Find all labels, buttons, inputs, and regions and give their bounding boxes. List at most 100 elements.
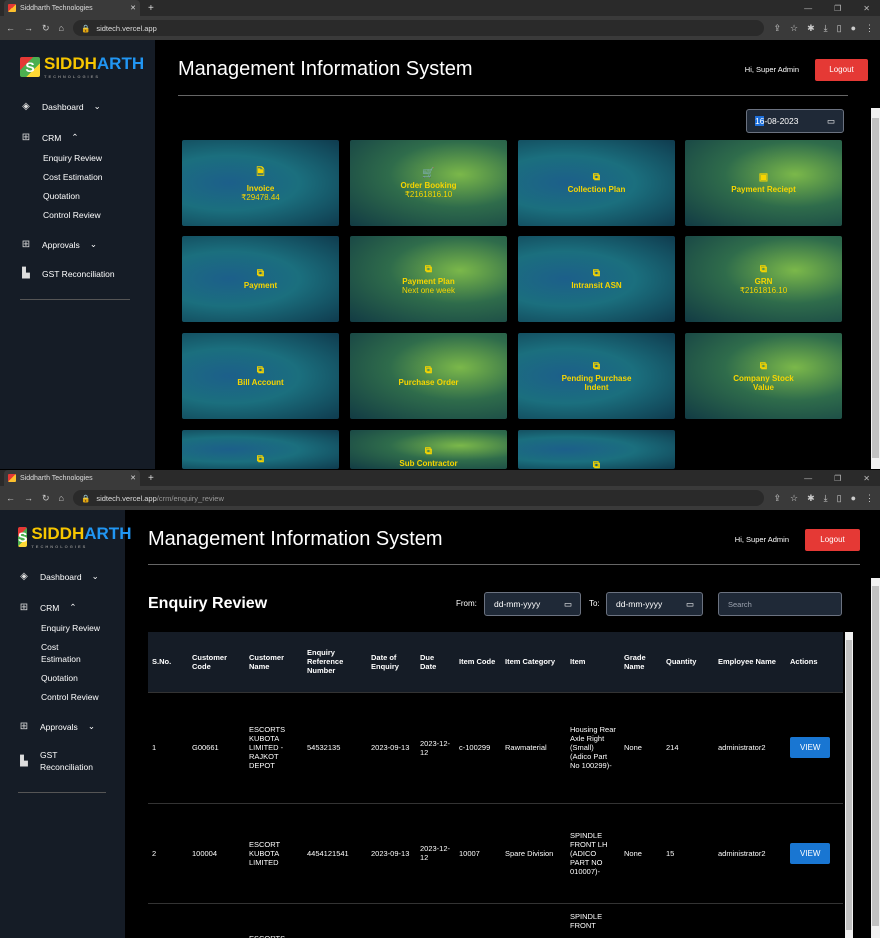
card-grn[interactable]: ⧉ GRN ₹2161816.10 <box>685 236 842 322</box>
card-intransit-asn[interactable]: ⧉ Intransit ASN <box>518 236 675 322</box>
nav-approvals[interactable]: ⊞ Approvals ⌄ <box>18 721 125 732</box>
reload-icon[interactable]: ↻ <box>42 23 50 34</box>
table-row: 2 100004 ESCORT KUBOTA LIMITED 445412154… <box>148 802 843 903</box>
browser-tab[interactable]: Siddharth Technologies ✕ <box>4 470 140 486</box>
back-icon[interactable]: ← <box>6 23 15 33</box>
new-tab-icon[interactable]: + <box>148 3 154 14</box>
card-payment[interactable]: ⧉ Payment <box>182 236 339 322</box>
maximize-icon[interactable]: ❐ <box>834 4 841 13</box>
download-icon[interactable]: ⤓ <box>824 23 828 34</box>
cell-item-category: Spare Division <box>501 802 566 903</box>
card-value: ₹2161816.10 <box>404 189 453 199</box>
share-icon[interactable]: ⇪ <box>773 23 781 34</box>
card-invoice[interactable]: 🗎 Invoice ₹29478.44 <box>182 140 339 226</box>
close-window-icon[interactable]: ✕ <box>863 474 870 483</box>
profile-icon[interactable]: ● <box>851 493 856 504</box>
calendar-icon[interactable]: ▭ <box>827 116 835 127</box>
star-icon[interactable]: ☆ <box>790 493 798 504</box>
sidebar-item-quotation[interactable]: Quotation <box>43 191 155 201</box>
extensions-icon[interactable]: ✱ <box>807 493 815 504</box>
sidebar-item-quotation[interactable]: Quotation <box>41 673 125 683</box>
nav-approvals[interactable]: ⊞ Approvals ⌄ <box>20 239 155 250</box>
minimize-icon[interactable]: — <box>804 474 812 483</box>
profile-icon[interactable]: ● <box>851 23 856 34</box>
sidebar-item-control-review[interactable]: Control Review <box>41 692 125 702</box>
nav-dashboard-label: Dashboard <box>40 571 82 582</box>
stack-icon: ⧉ <box>592 268 601 279</box>
calendar-icon[interactable]: ▭ <box>686 599 694 610</box>
nav-gst[interactable]: ▙ GST Reconciliation <box>18 750 125 772</box>
nav-dashboard[interactable]: ◈ Dashboard ⌄ <box>18 571 125 582</box>
date-input[interactable]: 16 -08-2023 ▭ <box>746 109 844 133</box>
page-scrollbar[interactable] <box>871 578 880 938</box>
nav-gst[interactable]: ▙ GST Reconciliation <box>20 268 155 279</box>
new-tab-icon[interactable]: + <box>148 473 154 484</box>
minimize-icon[interactable]: — <box>804 4 812 13</box>
table-scrollbar-thumb[interactable] <box>846 640 852 930</box>
card-pending-purchase-indent[interactable]: ⧉ Pending Purchase Indent <box>518 333 675 419</box>
card-company-stock-value[interactable]: ⧉ Company Stock Value <box>685 333 842 419</box>
calendar-icon[interactable]: ▭ <box>564 599 572 610</box>
menu-icon[interactable]: ⋮ <box>865 23 874 34</box>
sidebar-item-cost-estimation[interactable]: Cost Estimation <box>43 172 155 182</box>
from-date-input[interactable]: dd-mm-yyyy ▭ <box>484 592 581 616</box>
sidebar-item-enquiry-review[interactable]: Enquiry Review <box>43 153 155 163</box>
card-label: Bill Account <box>237 378 284 387</box>
extensions-icon[interactable]: ✱ <box>807 23 815 34</box>
sidebar-item-control-review[interactable]: Control Review <box>43 210 155 220</box>
card-bill-account[interactable]: ⧉ Bill Account <box>182 333 339 419</box>
close-window-icon[interactable]: ✕ <box>863 4 870 13</box>
tab-bar: Siddharth Technologies ✕ + — ❐ ✕ <box>0 0 880 16</box>
card-order-booking[interactable]: 🛒 Order Booking ₹2161816.10 <box>350 140 507 226</box>
chevron-down-icon: ⌄ <box>91 571 99 581</box>
card-payment-plan[interactable]: ⧉ Payment Plan Next one week <box>350 236 507 322</box>
page-scrollbar-thumb[interactable] <box>872 586 879 926</box>
home-icon[interactable]: ⌂ <box>59 23 64 33</box>
close-tab-icon[interactable]: ✕ <box>130 4 136 12</box>
browser-tab[interactable]: Siddharth Technologies ✕ <box>4 0 140 16</box>
forward-icon[interactable]: → <box>24 493 33 503</box>
to-date-input[interactable]: dd-mm-yyyy ▭ <box>606 592 703 616</box>
sidebar-item-cost-estimation[interactable]: Cost Estimation <box>41 642 125 664</box>
sidepanel-icon[interactable]: ▯ <box>837 493 842 504</box>
cell-grade: None <box>620 802 662 903</box>
url-field[interactable]: 🔒 sidtech.vercel.app <box>72 20 765 36</box>
card-partial-1[interactable]: ⧉ <box>182 430 339 469</box>
stack-icon: ⧉ <box>759 360 768 372</box>
star-icon[interactable]: ☆ <box>790 23 798 34</box>
search-input[interactable]: Search <box>718 592 842 616</box>
table-scrollbar[interactable] <box>845 632 853 938</box>
nav-crm[interactable]: ⊞ CRM ⌃ <box>18 602 125 613</box>
view-button[interactable]: VIEW <box>790 842 831 864</box>
card-payment-reciept[interactable]: ▣ Payment Reciept <box>685 140 842 226</box>
cell-employee: administrator2 <box>714 802 786 903</box>
reload-icon[interactable]: ↻ <box>42 493 50 504</box>
maximize-icon[interactable]: ❐ <box>834 474 841 483</box>
close-tab-icon[interactable]: ✕ <box>130 474 136 482</box>
scrollbar-thumb[interactable] <box>872 118 879 458</box>
share-icon[interactable]: ⇪ <box>773 493 781 504</box>
download-icon[interactable]: ⤓ <box>824 493 828 504</box>
card-sub-contractor[interactable]: ⧉ Sub Contractor <box>350 430 507 469</box>
date-rest: -08-2023 <box>764 116 799 126</box>
bottom-window: Siddharth Technologies ✕ + — ❐ ✕ ← → ↻ ⌂… <box>0 470 880 938</box>
card-collection-plan[interactable]: ⧉ Collection Plan <box>518 140 675 226</box>
sidepanel-icon[interactable]: ▯ <box>837 23 842 34</box>
card-purchase-order[interactable]: ⧉ Purchase Order <box>350 333 507 419</box>
cell-quantity: 15 <box>662 802 714 903</box>
menu-icon[interactable]: ⋮ <box>865 493 874 504</box>
nav-dashboard[interactable]: ◈ Dashboard ⌄ <box>20 101 155 112</box>
logout-button[interactable]: Logout <box>805 528 860 551</box>
home-icon[interactable]: ⌂ <box>59 493 64 503</box>
scrollbar[interactable] <box>871 108 880 469</box>
view-button[interactable]: VIEW <box>790 737 831 758</box>
nav-crm[interactable]: ⊞ CRM ⌃ <box>20 132 155 143</box>
url-field[interactable]: 🔒 sidtech.vercel.app/crm/enquiry_review <box>72 490 765 506</box>
forward-icon[interactable]: → <box>24 23 33 33</box>
back-icon[interactable]: ← <box>6 493 15 503</box>
card-partial-3[interactable]: ⧉ <box>518 430 675 471</box>
sidebar-item-enquiry-review[interactable]: Enquiry Review <box>41 623 125 633</box>
nav-crm-label: CRM <box>40 602 60 613</box>
logo-text-1: SIDDH <box>31 524 85 543</box>
logout-button[interactable]: Logout <box>815 58 868 81</box>
